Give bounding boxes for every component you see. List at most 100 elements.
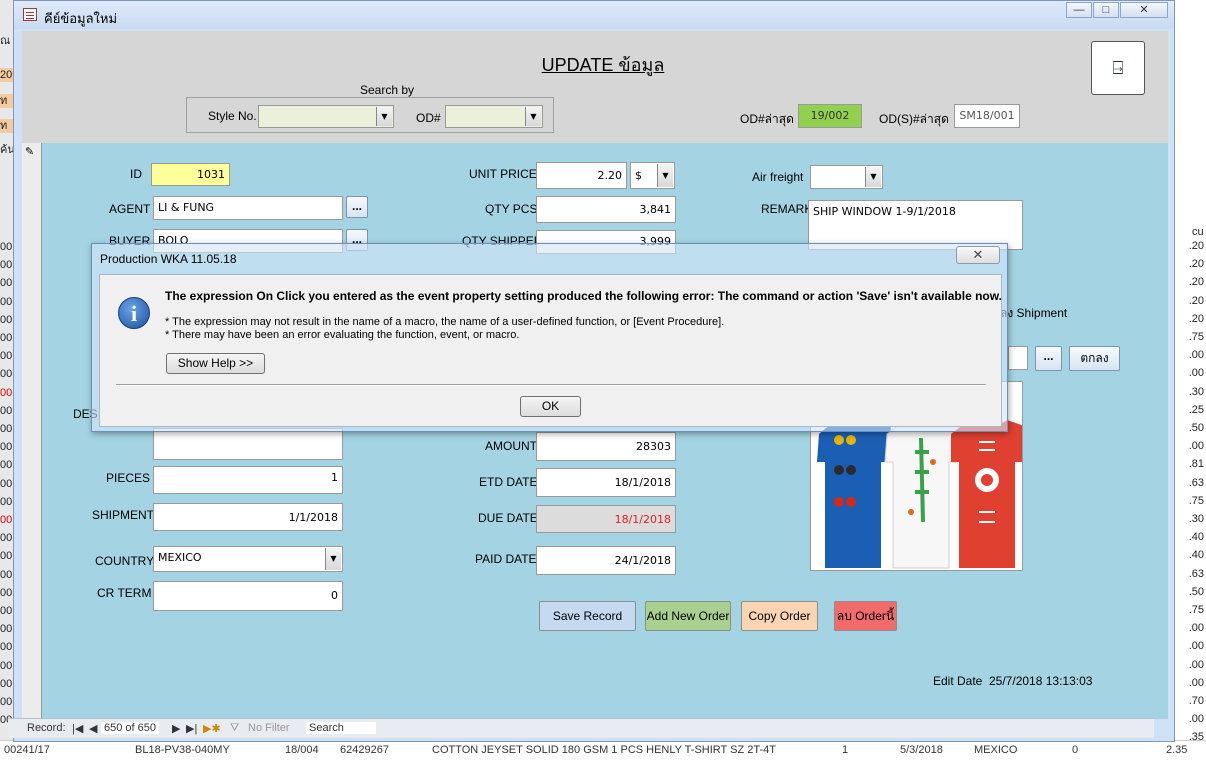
first-record-icon[interactable]: |◀ xyxy=(72,722,83,735)
save-record-button[interactable]: Save Record xyxy=(539,601,636,631)
unit-price-field[interactable]: 2.20 xyxy=(536,162,627,189)
record-selector[interactable]: ✎ xyxy=(22,143,42,719)
bg-cell: 00 xyxy=(0,514,13,526)
bg-row-description: COTTON JEYSET SOLID 180 GSM 1 PCS HENLY … xyxy=(432,744,776,756)
remark-label: REMARK xyxy=(761,202,813,216)
ok-button[interactable]: OK xyxy=(520,396,581,417)
currency-combo[interactable]: $ ▼ xyxy=(630,162,675,189)
bg-cell: 00 xyxy=(0,659,13,672)
delete-order-button[interactable]: ลบ Orderนี้ xyxy=(834,601,897,631)
bg-row-amount: 2.35 xyxy=(1166,744,1188,756)
bg-column-header: cu xyxy=(1192,226,1204,238)
background-datasheet-right: cu .20 .20 .20 .20 .20 .75 .00 .00 .30 .25 .50 .00.… xyxy=(1172,0,1206,766)
new-record-icon[interactable]: ▶✱ xyxy=(203,722,221,735)
background-datasheet-left: ณ 20 ท ท ค้น 00 00 00 00 00 00 00 00 00 00 00 00 00 0… xyxy=(0,0,14,766)
next-record-icon[interactable]: ▶ xyxy=(172,722,180,735)
qty-pcs-field[interactable]: 3,841 xyxy=(536,196,676,223)
copy-order-button[interactable]: Copy Order xyxy=(741,601,818,631)
bg-row-code: 00241/17 xyxy=(4,744,50,756)
etd-date-label: ETD DATE xyxy=(479,475,538,489)
bg-row-style: BL18-PV38-040MY xyxy=(135,744,230,756)
bg-cell: 00 xyxy=(0,277,13,290)
no-filter-label[interactable]: No Filter xyxy=(248,722,290,734)
info-icon: i xyxy=(118,297,150,329)
dialog-separator xyxy=(116,384,986,385)
bg-cell: 00 xyxy=(0,259,13,272)
window-title: คีย์ข้อมูลใหม่ xyxy=(44,11,118,26)
agent-field[interactable]: LI & FUNG xyxy=(153,196,343,220)
bg-cell: 00 xyxy=(0,295,13,308)
chevron-down-icon[interactable]: ▼ xyxy=(325,548,341,570)
amount-field[interactable]: 28303 xyxy=(536,432,676,461)
chevron-down-icon[interactable]: ▼ xyxy=(865,167,881,187)
bg-cell: .50 xyxy=(1188,422,1204,434)
add-new-order-button[interactable]: Add New Order xyxy=(645,601,731,631)
bg-cell: 00 xyxy=(0,332,13,344)
bg-cell: 00 xyxy=(0,368,13,381)
air-freight-label: Air freight xyxy=(752,170,804,184)
style-no-label: Style No. xyxy=(208,109,257,123)
country-combo[interactable]: MEXICO ▼ xyxy=(153,546,343,572)
chevron-down-icon[interactable]: ▼ xyxy=(657,164,673,187)
dialog-detail-line-1: * The expression may not result in the n… xyxy=(165,316,725,328)
shipment-field[interactable]: 1/1/2018 xyxy=(153,503,343,531)
bg-cell: .20 xyxy=(1188,312,1204,325)
bg-cell: ค้น xyxy=(0,144,14,156)
air-freight-combo[interactable]: ▼ xyxy=(810,165,883,189)
dialog-title: Production WKA 11.05.18 xyxy=(100,252,237,266)
record-position[interactable]: 650 of 650 xyxy=(101,722,159,734)
bg-cell: 00 xyxy=(0,241,13,253)
bg-cell: .30 xyxy=(1188,513,1204,525)
id-label: ID xyxy=(130,167,142,181)
id-field[interactable]: 1031 xyxy=(151,163,230,186)
exit-button[interactable]: ⍈ xyxy=(1091,41,1145,95)
close-button[interactable]: ✕ xyxy=(1120,2,1168,18)
description-field[interactable] xyxy=(153,428,343,460)
dialog-detail-line-2: * There may have been an error evaluatin… xyxy=(165,329,520,341)
cr-term-field[interactable]: 0 xyxy=(153,581,343,611)
due-date-field: 18/1/2018 xyxy=(536,505,676,533)
minimize-button[interactable]: — xyxy=(1066,2,1092,18)
pieces-field[interactable]: 1 xyxy=(153,466,343,494)
search-by-label: Search by xyxy=(356,83,419,97)
bg-cell: 00 xyxy=(0,404,13,417)
dialog-close-button[interactable]: ✕ xyxy=(956,246,1000,264)
dialog-body: i The expression On Click you entered as… xyxy=(99,274,1002,427)
bg-cell: 00 xyxy=(0,459,13,472)
chevron-down-icon[interactable]: ▼ xyxy=(525,107,541,126)
bg-cell: .20 xyxy=(1188,294,1204,307)
paid-date-field[interactable]: 24/1/2018 xyxy=(536,546,676,575)
bg-cell: 00 xyxy=(0,477,13,490)
shipment-browse-button[interactable]: ... xyxy=(1035,346,1062,371)
last-od-label: OD#ล่าสุด xyxy=(740,112,794,126)
od-combo[interactable]: ▼ xyxy=(445,105,543,128)
chevron-down-icon[interactable]: ▼ xyxy=(376,107,392,126)
bg-row-country: MEXICO xyxy=(974,744,1018,756)
bg-cell: .75 xyxy=(1188,494,1204,507)
confirm-button[interactable]: ตกลง xyxy=(1069,346,1120,371)
bg-cell: 00 xyxy=(0,423,13,435)
bg-row-qty: 1 xyxy=(842,744,849,756)
last-record-icon[interactable]: ▶| xyxy=(186,722,197,735)
etd-date-field[interactable]: 18/1/2018 xyxy=(536,468,676,497)
bg-cell: 00 xyxy=(0,568,13,581)
search-input[interactable]: Search xyxy=(306,722,376,734)
bg-cell: 00 xyxy=(0,677,13,690)
bg-cell: 00 xyxy=(0,641,13,654)
pieces-label: PIECES xyxy=(106,471,151,485)
show-help-button[interactable]: Show Help >> xyxy=(166,353,265,374)
maximize-button[interactable]: □ xyxy=(1093,2,1119,18)
bg-row-zero: 0 xyxy=(1072,744,1079,756)
bg-cell: .40 xyxy=(1188,531,1204,544)
bg-cell: ท xyxy=(0,94,13,108)
previous-record-icon[interactable]: ◀ xyxy=(89,722,97,735)
error-dialog: Production WKA 11.05.18 ✕ i The expressi… xyxy=(91,243,1008,432)
shipment-label: SHIPMENT xyxy=(92,508,155,522)
bg-cell: 00 xyxy=(0,313,13,326)
shipment-select-field[interactable] xyxy=(1008,346,1028,370)
bg-cell: .70 xyxy=(1188,695,1204,707)
agent-browse-button[interactable]: ... xyxy=(346,196,368,218)
bg-cell: .75 xyxy=(1188,604,1204,616)
style-no-combo[interactable]: ▼ xyxy=(258,105,394,128)
qty-pcs-label: QTY PCS xyxy=(485,202,538,216)
